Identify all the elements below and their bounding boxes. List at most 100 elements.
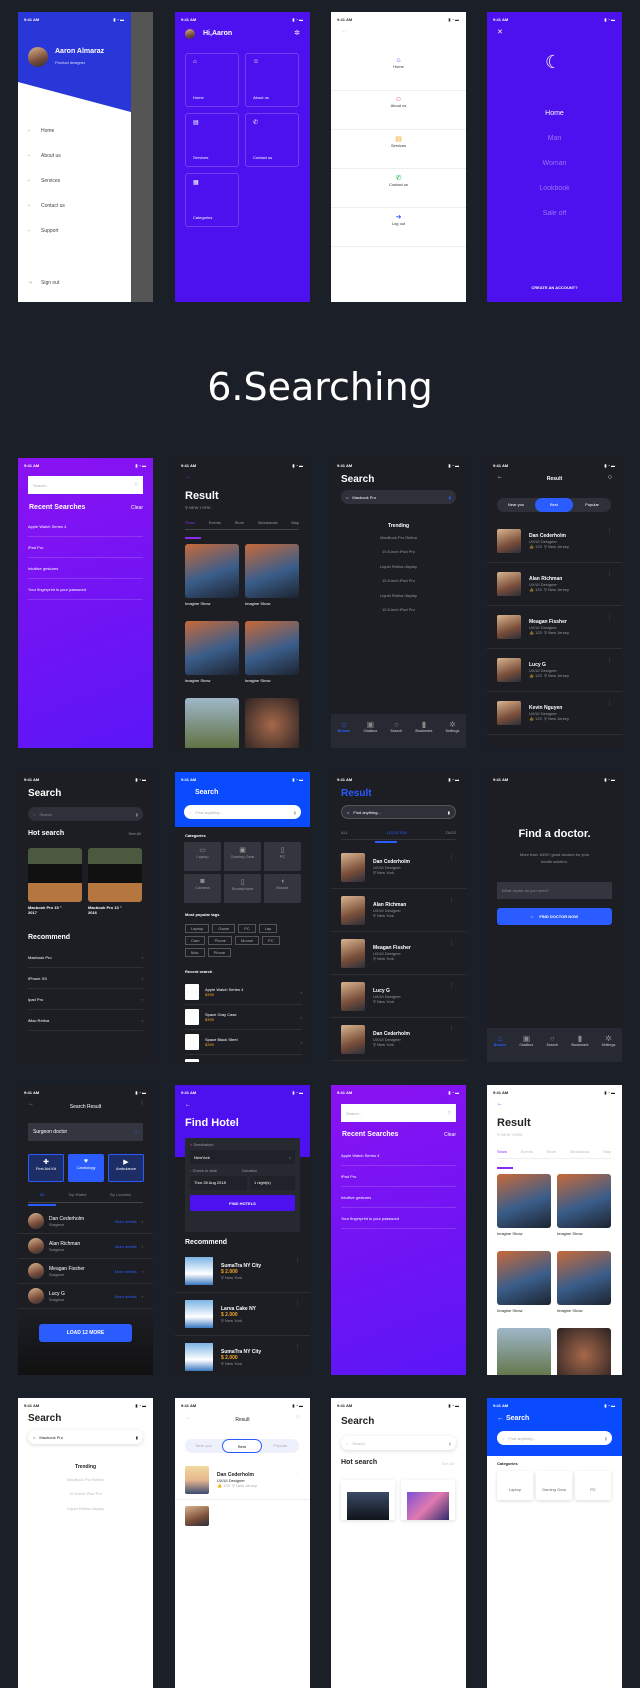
segment-option[interactable]: Near you (497, 498, 535, 512)
category-tile[interactable]: ◙ Camera (184, 874, 221, 903)
segment-option[interactable]: Best (535, 498, 573, 512)
category-tile[interactable]: ▯ PC (264, 842, 301, 871)
see-all-link[interactable]: See All (129, 831, 141, 836)
more-icon[interactable]: ⋮ (449, 897, 454, 903)
tag-chip[interactable]: Phone (207, 948, 232, 957)
product-card[interactable] (401, 1480, 455, 1520)
category-tile[interactable]: Gaming Gear (536, 1471, 572, 1500)
photo-card[interactable]: Imagine Show (497, 1251, 551, 1328)
menu-item[interactable]: Sale off (487, 210, 622, 235)
tab[interactable]: Woodstock (258, 520, 278, 525)
tag-chip[interactable]: Cam (185, 936, 206, 945)
hotel-row[interactable]: SumaTra NY City $ 2.000 ⚲ New York ⋮ (175, 1250, 310, 1293)
nav-item[interactable]: ▮ Bookmark (571, 1034, 588, 1062)
recent-item[interactable]: iPad Pro (28, 537, 143, 558)
person-row[interactable]: Alan Richman UX/UI Designer 👍 123 ⚲ New Je… (487, 563, 622, 606)
tab[interactable]: Store (235, 520, 245, 525)
photo-card[interactable]: Imagine Show (245, 544, 299, 621)
menu-item[interactable]: ⌂ Home (331, 52, 466, 91)
tab[interactable]: Show (497, 1149, 507, 1154)
menu-item[interactable]: Lookbook (487, 185, 622, 210)
search-input[interactable]: Search... ○ (341, 1104, 456, 1122)
trending-item[interactable]: Liquid Retina display (331, 564, 466, 578)
category-tile[interactable]: ◖ Mouse (264, 874, 301, 903)
more-icon[interactable]: ⋮ (295, 1258, 300, 1264)
trending-item[interactable]: 10.5-inch iPad Pro (331, 607, 466, 621)
load-more-button[interactable]: LOAD 12 MORE (39, 1324, 132, 1342)
person-row[interactable]: Dan Cederholm UX/UI Designer 👍 123 ⚲ New J… (487, 520, 622, 563)
trending-item[interactable]: MacBook Pro Retina (331, 535, 466, 549)
tab[interactable]: Map (603, 1149, 611, 1154)
more-icon[interactable]: ⋮ (449, 854, 454, 860)
person-row[interactable]: Meagan Fissher UX/UI Designer ⚲ New York ⋮ (331, 932, 466, 975)
person-row[interactable]: Lucy G UX/UI Designer ⚲ New York ⋮ (331, 975, 466, 1018)
doctor-input[interactable]: What doctor do you need? (497, 882, 612, 899)
tag-chip[interactable]: Phone (208, 936, 233, 945)
more-details-link[interactable]: More details (115, 1244, 137, 1249)
photo-card[interactable]: Imagine Show (185, 621, 239, 698)
tab[interactable]: By Location (110, 1192, 131, 1197)
person-row[interactable]: Lucy G Surgeon More details › (18, 1284, 153, 1309)
recommend-item[interactable]: iMac Retina › (28, 1010, 143, 1031)
menu-item[interactable]: Woman (487, 160, 622, 185)
tab[interactable]: Store (547, 1149, 557, 1154)
category-tile[interactable]: PC (575, 1471, 611, 1500)
search-input[interactable]: Search... ○ (28, 476, 143, 494)
nav-item[interactable]: ○ Search (547, 1034, 559, 1062)
hotel-row[interactable]: Larva Cake NY $ 2.000 ⚲ New York ⋮ (175, 1293, 310, 1336)
photo-card[interactable]: Imagine Show (557, 1174, 611, 1251)
menu-item[interactable]: ✆ Contact us (331, 169, 466, 208)
category-tile[interactable]: ▯ Smartphone (224, 874, 261, 903)
tab[interactable]: Top Rated (68, 1192, 86, 1197)
back-arrow-icon[interactable]: ← (185, 474, 191, 480)
trending-item[interactable]: Liquid Retina display (18, 1506, 153, 1520)
recent-item[interactable]: Space Black Steel $399 › (185, 1030, 302, 1055)
tag-chip[interactable]: Laptop (185, 924, 210, 933)
category-tile[interactable]: Laptop (497, 1471, 533, 1500)
search-input[interactable]: ○ Find anything... ▮ (184, 805, 301, 819)
tag-chip[interactable]: Mouse (235, 936, 260, 945)
nav-item[interactable]: ✲ Settings (602, 1034, 616, 1062)
drawer-item[interactable]: ▪ Services (28, 168, 65, 193)
tag-chip[interactable]: Mac (185, 948, 205, 957)
person-row[interactable]: Alan Richman UX/UI Designer ⚲ New York ⋮ (331, 889, 466, 932)
person-row[interactable]: Dan Cederholm UX/UI Designer ⚲ New York ⋮ (331, 1018, 466, 1061)
tab[interactable]: Events (521, 1149, 533, 1154)
tile-button[interactable]: ▦ Categories (185, 173, 239, 227)
more-icon[interactable]: ⋮ (449, 1026, 454, 1032)
tab[interactable]: Events (209, 520, 221, 525)
tab[interactable]: All (40, 1192, 44, 1197)
person-row[interactable]: Meagan Fissher UX/UI Designer 👍 123 ⚲ New … (487, 606, 622, 649)
tab[interactable]: ALL (341, 830, 348, 835)
recommend-item[interactable]: iPhone XS › (28, 968, 143, 989)
person-row[interactable]: Dan Cederholm UX/UI Designer 👍 123 ⚲ New J… (175, 1460, 310, 1500)
tile-button[interactable]: ▤ Services (185, 113, 239, 167)
tag-chip[interactable]: PC (238, 924, 256, 933)
trending-item[interactable]: 10.5-inch iPad Pro (18, 1491, 153, 1505)
search-icon[interactable]: ○ (296, 1414, 300, 1421)
search-input[interactable]: Surgeon doctor ○ (28, 1123, 143, 1141)
drawer-item[interactable]: ▪ Support (28, 218, 65, 243)
more-icon[interactable]: ⋮ (449, 940, 454, 946)
person-row[interactable]: Lucy G UX/UI Designer 👍 123 ⚲ New Jersey ⋮ (487, 649, 622, 692)
back-arrow-icon[interactable]: ← (341, 28, 347, 34)
product-card[interactable]: Macbook Pro 15 " 2017 (28, 848, 82, 915)
hotel-row[interactable]: SumaTra NY City $ 2.000 ⚲ New York ⋮ (175, 1336, 310, 1375)
filter-icon[interactable]: ⫶ (141, 1101, 143, 1109)
recent-item[interactable]: Your fingerprint is your password (341, 1208, 456, 1229)
segment-option[interactable]: Near you (185, 1439, 222, 1453)
category-tile[interactable]: ▭ Laptop (184, 842, 221, 871)
category-tile[interactable]: ✚ First Aid Kit (28, 1154, 64, 1182)
back-arrow-icon[interactable]: ← (185, 1102, 191, 1108)
destination-input[interactable]: NewYork ○ (190, 1150, 295, 1164)
tag-chip[interactable]: PC (262, 936, 280, 945)
trending-item[interactable]: 10.5-inch iPad Pro (331, 578, 466, 592)
nav-item[interactable]: ▣ Chatbox (519, 1034, 533, 1062)
nav-item[interactable]: ⌂ Browse (494, 1034, 507, 1062)
recent-item[interactable]: Intuitive gestures (341, 1187, 456, 1208)
search-input[interactable]: ○ Macbook Pro ▮ (28, 1430, 143, 1444)
more-icon[interactable]: ⋮ (607, 614, 612, 620)
person-row[interactable]: Kevin Nguyen UX/UI Designer 👍 123 ⚲ New Je… (487, 692, 622, 735)
nav-item[interactable]: ▮ Bookmark (415, 720, 432, 748)
gear-icon[interactable]: ✲ (294, 29, 300, 37)
